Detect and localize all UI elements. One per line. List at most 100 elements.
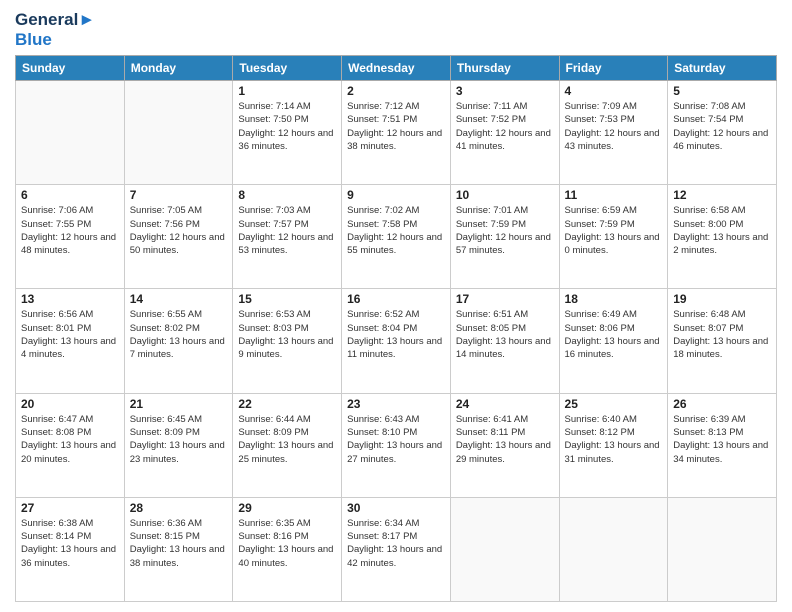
calendar-cell: 12Sunrise: 6:58 AMSunset: 8:00 PMDayligh… — [668, 185, 777, 289]
weekday-header-sunday: Sunday — [16, 56, 125, 81]
header: General► Blue — [15, 10, 777, 49]
day-number: 15 — [238, 292, 336, 306]
calendar-cell: 8Sunrise: 7:03 AMSunset: 7:57 PMDaylight… — [233, 185, 342, 289]
day-number: 4 — [565, 84, 663, 98]
day-info: Sunrise: 6:55 AMSunset: 8:02 PMDaylight:… — [130, 308, 228, 361]
day-info: Sunrise: 7:02 AMSunset: 7:58 PMDaylight:… — [347, 204, 445, 257]
day-info: Sunrise: 6:44 AMSunset: 8:09 PMDaylight:… — [238, 413, 336, 466]
day-number: 13 — [21, 292, 119, 306]
day-number: 27 — [21, 501, 119, 515]
week-row-5: 27 Sunrise: 6:38 AMSunset: 8:14 PMDayligh… — [16, 497, 777, 601]
day-number: 23 — [347, 397, 445, 411]
day-number: 12 — [673, 188, 771, 202]
calendar-cell: 25 Sunrise: 6:40 AMSunset: 8:12 PMDayligh… — [559, 393, 668, 497]
day-info: Sunrise: 6:38 AMSunset: 8:14 PMDaylight:… — [21, 517, 119, 570]
day-number: 7 — [130, 188, 228, 202]
day-info: Sunrise: 6:52 AMSunset: 8:04 PMDaylight:… — [347, 308, 445, 361]
day-number: 24 — [456, 397, 554, 411]
day-number: 9 — [347, 188, 445, 202]
calendar-cell: 9 Sunrise: 7:02 AMSunset: 7:58 PMDaylight… — [342, 185, 451, 289]
day-info: Sunrise: 6:40 AMSunset: 8:12 PMDaylight:… — [565, 413, 663, 466]
day-info: Sunrise: 6:45 AMSunset: 8:09 PMDaylight:… — [130, 413, 228, 466]
calendar-cell: 1 Sunrise: 7:14 AMSunset: 7:50 PMDaylight… — [233, 81, 342, 185]
calendar-cell: 20Sunrise: 6:47 AMSunset: 8:08 PMDayligh… — [16, 393, 125, 497]
calendar-cell: 4Sunrise: 7:09 AMSunset: 7:53 PMDaylight… — [559, 81, 668, 185]
day-number: 25 — [565, 397, 663, 411]
day-number: 30 — [347, 501, 445, 515]
calendar-cell: 29 Sunrise: 6:35 AMSunset: 8:16 PMDayligh… — [233, 497, 342, 601]
day-number: 3 — [456, 84, 554, 98]
day-number: 1 — [238, 84, 336, 98]
calendar-cell: 15 Sunrise: 6:53 AMSunset: 8:03 PMDayligh… — [233, 289, 342, 393]
day-number: 8 — [238, 188, 336, 202]
day-info: Sunrise: 6:39 AMSunset: 8:13 PMDaylight:… — [673, 413, 771, 466]
day-number: 28 — [130, 501, 228, 515]
day-info: Sunrise: 6:36 AMSunset: 8:15 PMDaylight:… — [130, 517, 228, 570]
calendar-cell — [668, 497, 777, 601]
calendar-cell: 22 Sunrise: 6:44 AMSunset: 8:09 PMDayligh… — [233, 393, 342, 497]
day-number: 10 — [456, 188, 554, 202]
logo-text: General► Blue — [15, 10, 95, 49]
day-number: 6 — [21, 188, 119, 202]
day-info: Sunrise: 6:59 AMSunset: 7:59 PMDaylight:… — [565, 204, 663, 257]
calendar-cell — [559, 497, 668, 601]
week-row-2: 6 Sunrise: 7:06 AMSunset: 7:55 PMDaylight… — [16, 185, 777, 289]
page: General► Blue SundayMondayTuesdayWednesd… — [0, 0, 792, 612]
day-info: Sunrise: 7:01 AMSunset: 7:59 PMDaylight:… — [456, 204, 554, 257]
day-info: Sunrise: 7:14 AMSunset: 7:50 PMDaylight:… — [238, 100, 336, 153]
day-number: 14 — [130, 292, 228, 306]
calendar-cell: 14 Sunrise: 6:55 AMSunset: 8:02 PMDayligh… — [124, 289, 233, 393]
day-number: 26 — [673, 397, 771, 411]
day-info: Sunrise: 7:06 AMSunset: 7:55 PMDaylight:… — [21, 204, 119, 257]
calendar-cell: 13 Sunrise: 6:56 AMSunset: 8:01 PMDayligh… — [16, 289, 125, 393]
week-row-1: 1 Sunrise: 7:14 AMSunset: 7:50 PMDaylight… — [16, 81, 777, 185]
calendar-cell — [16, 81, 125, 185]
logo-line1: General► — [15, 10, 95, 30]
calendar-cell: 10 Sunrise: 7:01 AMSunset: 7:59 PMDayligh… — [450, 185, 559, 289]
calendar-cell: 17 Sunrise: 6:51 AMSunset: 8:05 PMDayligh… — [450, 289, 559, 393]
calendar-cell: 18 Sunrise: 6:49 AMSunset: 8:06 PMDayligh… — [559, 289, 668, 393]
calendar-cell: 2 Sunrise: 7:12 AMSunset: 7:51 PMDaylight… — [342, 81, 451, 185]
day-number: 5 — [673, 84, 771, 98]
day-number: 21 — [130, 397, 228, 411]
day-info: Sunrise: 6:53 AMSunset: 8:03 PMDaylight:… — [238, 308, 336, 361]
calendar-cell: 5Sunrise: 7:08 AMSunset: 7:54 PMDaylight… — [668, 81, 777, 185]
calendar-cell: 24 Sunrise: 6:41 AMSunset: 8:11 PMDayligh… — [450, 393, 559, 497]
day-info: Sunrise: 6:49 AMSunset: 8:06 PMDaylight:… — [565, 308, 663, 361]
logo: General► Blue — [15, 10, 95, 49]
day-info: Sunrise: 6:51 AMSunset: 8:05 PMDaylight:… — [456, 308, 554, 361]
day-info: Sunrise: 6:43 AMSunset: 8:10 PMDaylight:… — [347, 413, 445, 466]
calendar-cell: 11 Sunrise: 6:59 AMSunset: 7:59 PMDayligh… — [559, 185, 668, 289]
day-number: 29 — [238, 501, 336, 515]
week-row-3: 13 Sunrise: 6:56 AMSunset: 8:01 PMDayligh… — [16, 289, 777, 393]
day-info: Sunrise: 6:41 AMSunset: 8:11 PMDaylight:… — [456, 413, 554, 466]
weekday-header-friday: Friday — [559, 56, 668, 81]
calendar-cell — [450, 497, 559, 601]
weekday-header-row: SundayMondayTuesdayWednesdayThursdayFrid… — [16, 56, 777, 81]
day-number: 16 — [347, 292, 445, 306]
weekday-header-wednesday: Wednesday — [342, 56, 451, 81]
calendar-cell: 3 Sunrise: 7:11 AMSunset: 7:52 PMDaylight… — [450, 81, 559, 185]
calendar-cell: 30 Sunrise: 6:34 AMSunset: 8:17 PMDayligh… — [342, 497, 451, 601]
weekday-header-thursday: Thursday — [450, 56, 559, 81]
calendar-cell: 19Sunrise: 6:48 AMSunset: 8:07 PMDayligh… — [668, 289, 777, 393]
day-number: 11 — [565, 188, 663, 202]
day-info: Sunrise: 6:34 AMSunset: 8:17 PMDaylight:… — [347, 517, 445, 570]
day-info: Sunrise: 6:35 AMSunset: 8:16 PMDaylight:… — [238, 517, 336, 570]
calendar-cell: 7Sunrise: 7:05 AMSunset: 7:56 PMDaylight… — [124, 185, 233, 289]
calendar-cell: 26 Sunrise: 6:39 AMSunset: 8:13 PMDayligh… — [668, 393, 777, 497]
calendar-table: SundayMondayTuesdayWednesdayThursdayFrid… — [15, 55, 777, 602]
day-info: Sunrise: 7:11 AMSunset: 7:52 PMDaylight:… — [456, 100, 554, 153]
weekday-header-tuesday: Tuesday — [233, 56, 342, 81]
day-info: Sunrise: 6:56 AMSunset: 8:01 PMDaylight:… — [21, 308, 119, 361]
day-number: 18 — [565, 292, 663, 306]
weekday-header-monday: Monday — [124, 56, 233, 81]
day-number: 2 — [347, 84, 445, 98]
calendar-cell: 23 Sunrise: 6:43 AMSunset: 8:10 PMDayligh… — [342, 393, 451, 497]
day-info: Sunrise: 7:12 AMSunset: 7:51 PMDaylight:… — [347, 100, 445, 153]
day-number: 19 — [673, 292, 771, 306]
day-number: 22 — [238, 397, 336, 411]
calendar-cell: 27 Sunrise: 6:38 AMSunset: 8:14 PMDayligh… — [16, 497, 125, 601]
day-number: 17 — [456, 292, 554, 306]
week-row-4: 20Sunrise: 6:47 AMSunset: 8:08 PMDayligh… — [16, 393, 777, 497]
